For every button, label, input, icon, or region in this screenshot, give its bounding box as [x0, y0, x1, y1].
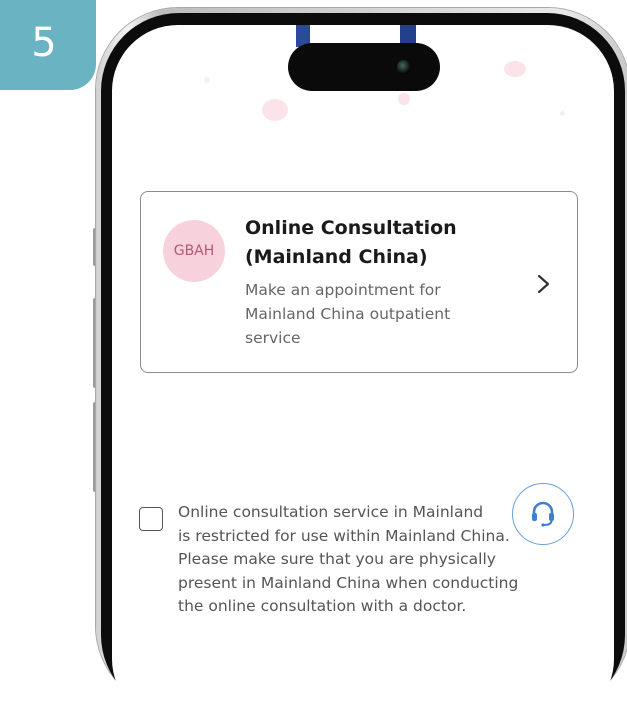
- chevron-right-icon: [537, 274, 550, 294]
- card-description-line: service: [245, 329, 301, 347]
- decorative-dot: [398, 93, 410, 105]
- header-image-fragment: [400, 25, 416, 43]
- card-title-line: Online Consultation: [245, 217, 457, 239]
- dynamic-island: [288, 43, 440, 91]
- card-title-line: (Mainland China): [245, 246, 428, 268]
- decorative-dot: [262, 99, 288, 121]
- consent-notice-line: present in Mainland China when conductin…: [178, 573, 519, 592]
- decorative-dot: [504, 61, 526, 77]
- headset-icon: [532, 501, 554, 527]
- consent-checkbox[interactable]: [139, 507, 163, 531]
- consent-notice-line: Please make sure that you are physically: [178, 550, 496, 568]
- decorative-dot: [560, 111, 565, 116]
- step-number: 5: [31, 20, 57, 66]
- online-consultation-card[interactable]: GBAH Online Consultation (Mainland China…: [140, 191, 578, 373]
- card-description: Make an appointment for Mainland China o…: [245, 278, 505, 350]
- gbah-logo: GBAH: [163, 220, 225, 282]
- front-camera: [397, 60, 411, 74]
- card-description-line: Mainland China outpatient: [245, 305, 451, 323]
- customer-support-button[interactable]: [512, 483, 574, 545]
- consent-notice-line: the online consultation with a doctor.: [178, 597, 467, 615]
- step-badge: 5: [0, 0, 96, 90]
- phone-screen: GBAH Online Consultation (Mainland China…: [112, 25, 614, 725]
- card-title: Online Consultation (Mainland China): [245, 214, 505, 272]
- card-description-line: Make an appointment for: [245, 281, 441, 299]
- logo-text: GBAH: [173, 243, 215, 259]
- decorative-dot: [204, 77, 210, 83]
